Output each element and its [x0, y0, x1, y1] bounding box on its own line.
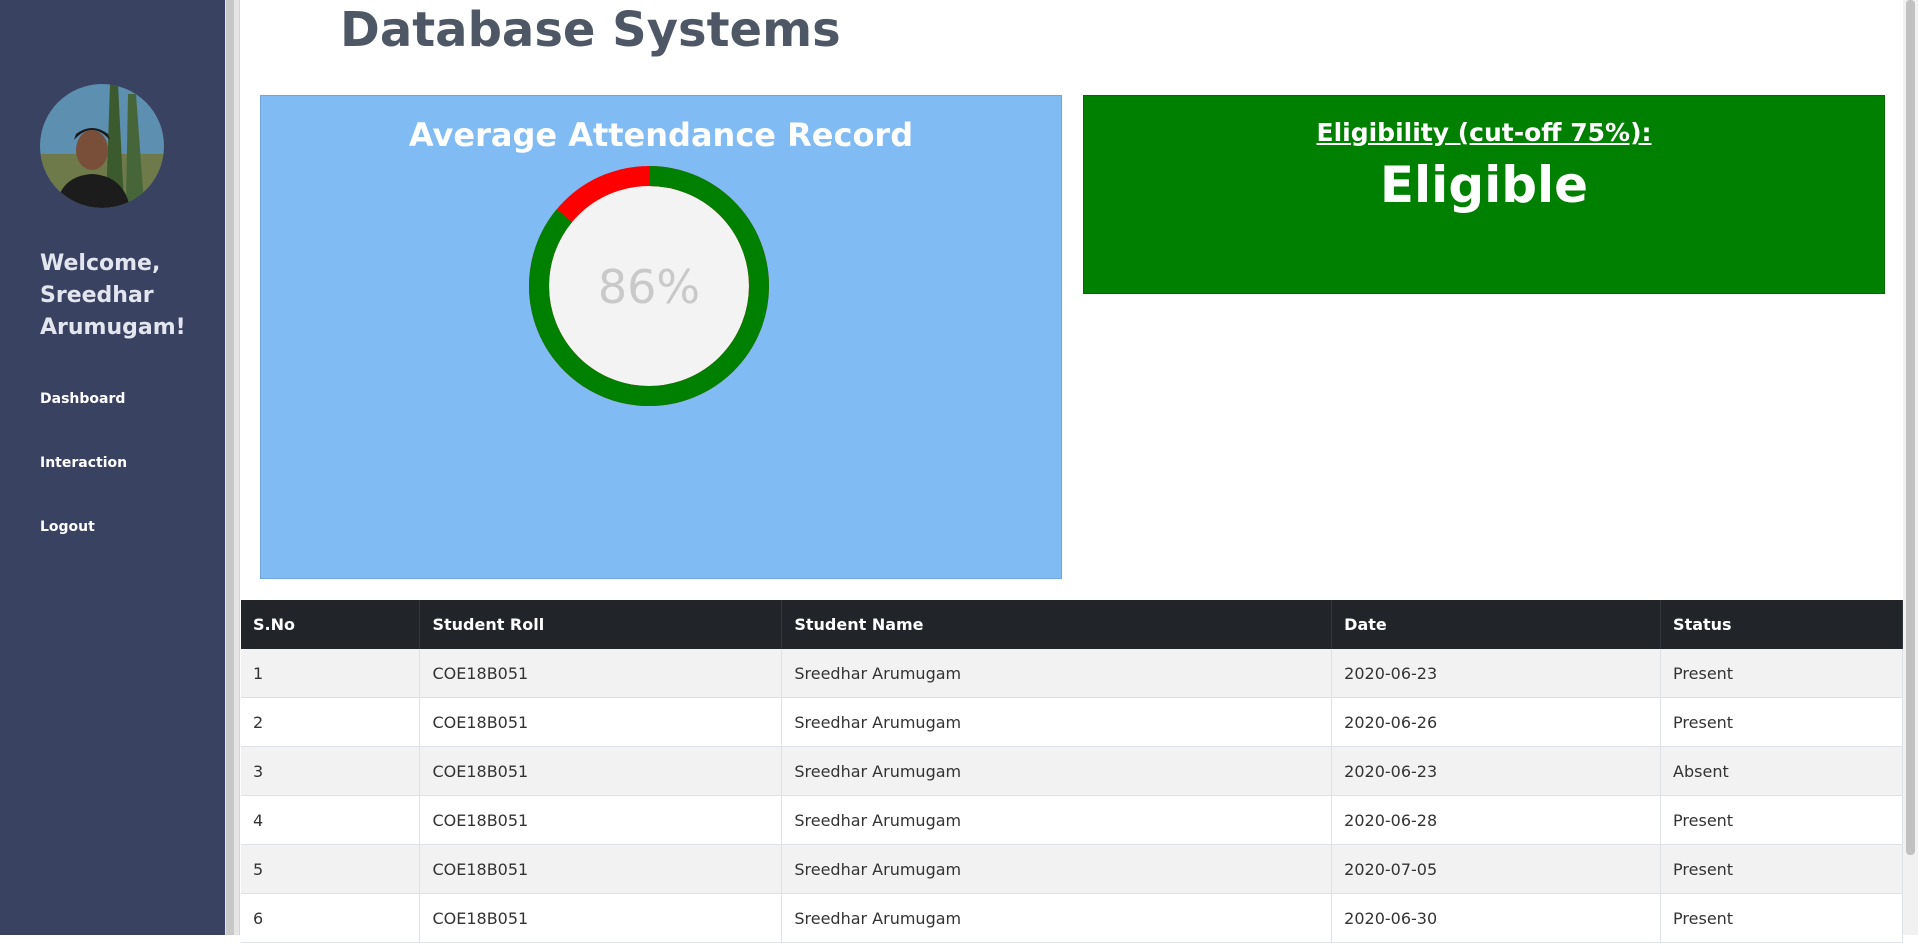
cell-sno: 1 [241, 649, 421, 698]
attendance-donut-chart: 86% [529, 166, 769, 406]
cell-name: Sreedhar Arumugam [781, 795, 1333, 845]
avatar-photo [40, 84, 164, 208]
sidebar-scrollbar-thumb[interactable] [226, 0, 234, 935]
cell-roll: COE18B051 [419, 893, 783, 943]
col-header-date: Date [1331, 600, 1662, 649]
cell-name: Sreedhar Arumugam [781, 746, 1333, 796]
table-header-row: S.No Student Roll Student Name Date Stat… [241, 600, 1903, 649]
cell-roll: COE18B051 [419, 844, 783, 894]
eligibility-status: Eligible [1379, 156, 1589, 214]
col-header-sno: S.No [241, 600, 421, 649]
page-title: Database Systems [340, 2, 841, 58]
cell-status: Present [1660, 697, 1903, 747]
nav-interaction[interactable]: Interaction [40, 455, 127, 471]
cell-date: 2020-07-05 [1331, 844, 1662, 894]
cell-name: Sreedhar Arumugam [781, 697, 1333, 747]
cell-sno: 6 [241, 893, 421, 943]
cell-name: Sreedhar Arumugam [781, 893, 1333, 943]
nav-dashboard[interactable]: Dashboard [40, 391, 125, 407]
welcome-message: Welcome, Sreedhar Arumugam! [40, 251, 186, 340]
table-row: 3 COE18B051 Sreedhar Arumugam 2020-06-23… [241, 746, 1903, 796]
attendance-table: S.No Student Roll Student Name Date Stat… [241, 600, 1903, 943]
cell-sno: 5 [241, 844, 421, 894]
cell-roll: COE18B051 [419, 697, 783, 747]
cell-date: 2020-06-30 [1331, 893, 1662, 943]
cell-status: Present [1660, 844, 1903, 894]
table-row: 4 COE18B051 Sreedhar Arumugam 2020-06-28… [241, 795, 1903, 845]
cell-name: Sreedhar Arumugam [781, 844, 1333, 894]
cell-date: 2020-06-26 [1331, 697, 1662, 747]
table-row: 1 COE18B051 Sreedhar Arumugam 2020-06-23… [241, 649, 1903, 698]
cell-roll: COE18B051 [419, 795, 783, 845]
table-row: 2 COE18B051 Sreedhar Arumugam 2020-06-26… [241, 697, 1903, 747]
col-header-name: Student Name [781, 600, 1333, 649]
cell-status: Absent [1660, 746, 1903, 796]
avatar [40, 84, 164, 208]
cell-date: 2020-06-23 [1331, 746, 1662, 796]
col-header-roll: Student Roll [419, 600, 783, 649]
cell-roll: COE18B051 [419, 746, 783, 796]
donut-percent-label: 86% [598, 260, 700, 314]
cell-status: Present [1660, 795, 1903, 845]
cell-name: Sreedhar Arumugam [781, 649, 1333, 698]
cell-status: Present [1660, 649, 1903, 698]
eligibility-label: Eligibility (cut-off 75%): [1316, 118, 1652, 147]
table-row: 6 COE18B051 Sreedhar Arumugam 2020-06-30… [241, 893, 1903, 943]
cell-sno: 3 [241, 746, 421, 796]
cell-date: 2020-06-23 [1331, 649, 1662, 698]
attendance-title: Average Attendance Record [408, 116, 914, 154]
page-scrollbar-thumb[interactable] [1906, 0, 1915, 855]
cell-sno: 2 [241, 697, 421, 747]
col-header-status: Status [1660, 600, 1903, 649]
sidebar: Welcome, Sreedhar Arumugam! Dashboard In… [0, 0, 225, 935]
table-row: 5 COE18B051 Sreedhar Arumugam 2020-07-05… [241, 844, 1903, 894]
cell-date: 2020-06-28 [1331, 795, 1662, 845]
cell-status: Present [1660, 893, 1903, 943]
cell-sno: 4 [241, 795, 421, 845]
nav-logout[interactable]: Logout [40, 519, 95, 535]
cell-roll: COE18B051 [419, 649, 783, 698]
eligibility-card: Eligibility (cut-off 75%): Eligible [1083, 95, 1885, 294]
